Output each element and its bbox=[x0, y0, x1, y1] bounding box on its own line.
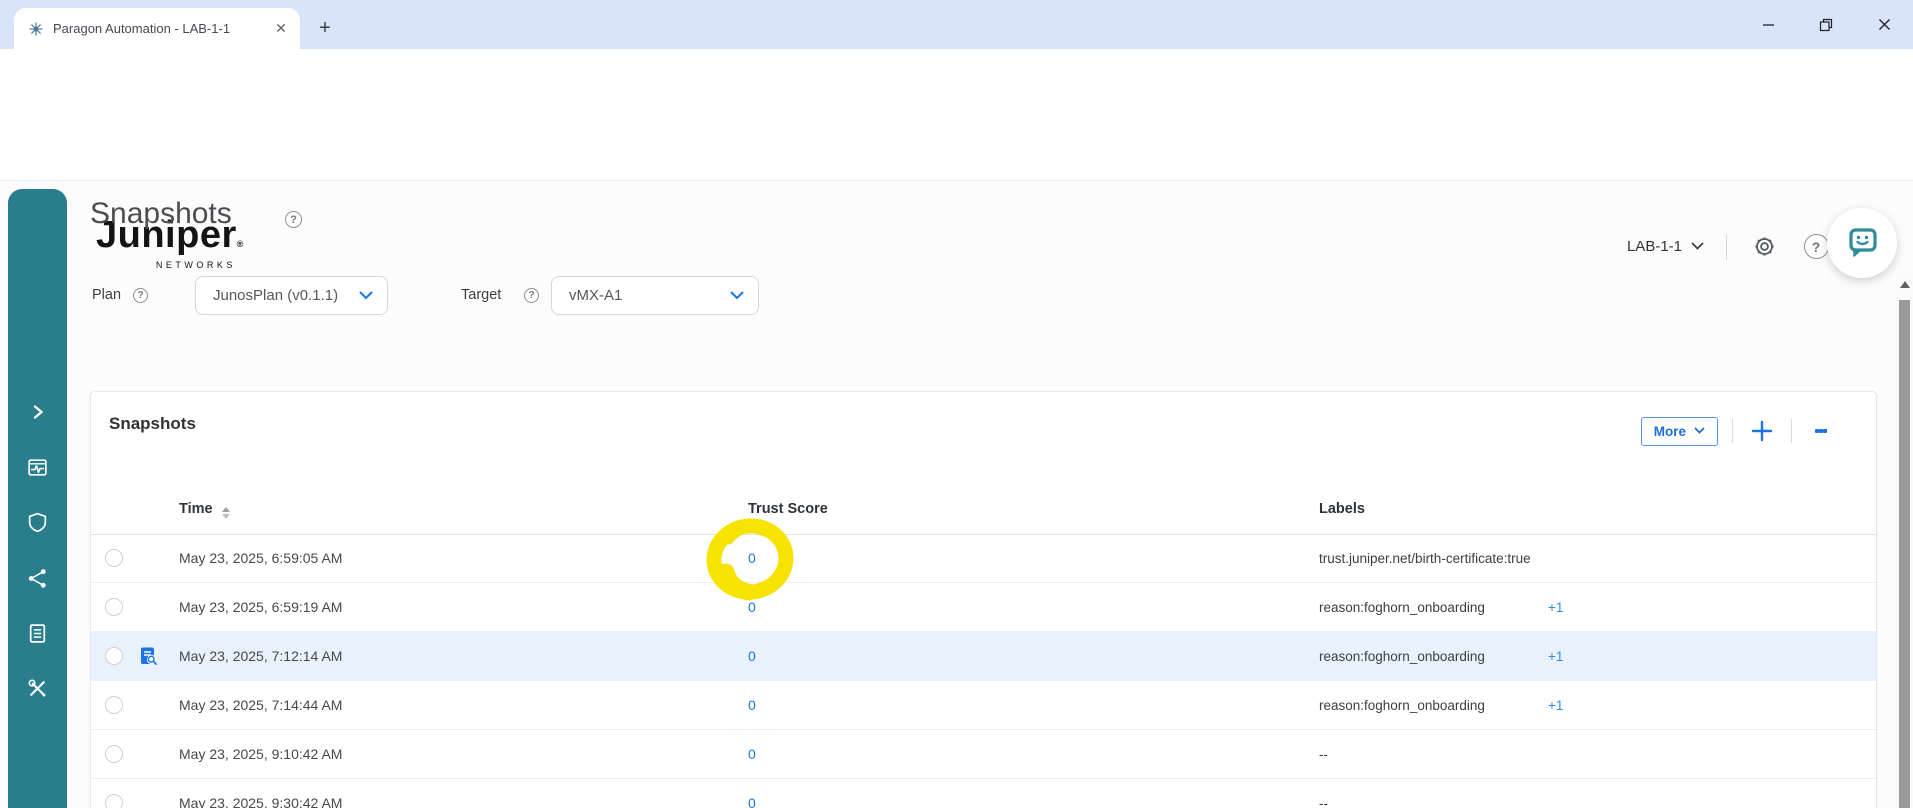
row-label: reason:foghorn_onboarding bbox=[1319, 698, 1485, 713]
left-nav-sidebar bbox=[8, 189, 67, 808]
site-selector[interactable]: LAB-1-1 bbox=[1627, 238, 1704, 255]
new-tab-button[interactable]: + bbox=[312, 15, 338, 41]
sort-icon[interactable] bbox=[221, 507, 230, 519]
chevron-down-icon bbox=[730, 291, 744, 300]
row-time: May 23, 2025, 9:10:42 AM bbox=[179, 746, 343, 762]
app-header: Juniper® NETWORKS LAB-1-1 ? bbox=[0, 104, 1913, 270]
row-radio[interactable] bbox=[105, 794, 123, 808]
row-label: -- bbox=[1319, 747, 1328, 762]
target-select[interactable]: vMX-A1 bbox=[551, 276, 759, 315]
table-row[interactable]: May 23, 2025, 6:59:19 AM 0 reason:foghor… bbox=[91, 583, 1876, 632]
row-label: trust.juniper.net/birth-certificate:true bbox=[1319, 551, 1531, 566]
column-header-time[interactable]: Time bbox=[179, 501, 230, 519]
table-row[interactable]: May 23, 2025, 6:59:05 AM 0 trust.juniper… bbox=[91, 534, 1876, 583]
tab-close-icon[interactable]: ✕ bbox=[272, 20, 290, 38]
trust-score-link[interactable]: 0 bbox=[748, 599, 756, 615]
trust-score-link[interactable]: 0 bbox=[748, 746, 756, 762]
actions-divider bbox=[1732, 419, 1733, 443]
tab-title: Paragon Automation - LAB-1-1 bbox=[53, 21, 231, 36]
plan-select[interactable]: JunosPlan (v0.1.1) bbox=[195, 276, 388, 315]
trust-score-link[interactable]: 0 bbox=[748, 648, 756, 664]
settings-gear-icon[interactable] bbox=[1749, 232, 1779, 262]
column-header-labels: Labels bbox=[1319, 501, 1365, 517]
more-button[interactable]: More bbox=[1640, 416, 1718, 446]
scrollbar-thumb[interactable] bbox=[1899, 300, 1910, 808]
column-header-trust-score: Trust Score bbox=[748, 501, 828, 517]
actions-divider bbox=[1791, 419, 1792, 443]
sidebar-dashboard-icon[interactable] bbox=[8, 450, 67, 484]
page-title-help-icon[interactable]: ? bbox=[285, 211, 302, 228]
sidebar-topology-share-icon[interactable] bbox=[8, 561, 67, 595]
add-snapshot-button[interactable] bbox=[1747, 416, 1777, 446]
card-menu-kebab-icon[interactable] bbox=[1806, 416, 1836, 446]
row-time: May 23, 2025, 6:59:19 AM bbox=[179, 599, 343, 615]
more-labels-link[interactable]: +1 bbox=[1548, 600, 1563, 615]
trust-score-link[interactable]: 0 bbox=[748, 550, 756, 566]
more-button-label: More bbox=[1653, 423, 1686, 439]
sidebar-expand-chevron-icon[interactable] bbox=[8, 395, 67, 429]
target-select-value: vMX-A1 bbox=[569, 287, 623, 304]
plan-help-icon[interactable]: ? bbox=[133, 288, 148, 303]
screen: Paragon Automation - LAB-1-1 ✕ + ← → bbox=[0, 0, 1913, 808]
row-radio[interactable] bbox=[105, 745, 123, 763]
sidebar-reports-icon[interactable] bbox=[8, 616, 67, 650]
window-restore-button[interactable] bbox=[1797, 0, 1855, 49]
trust-score-link[interactable]: 0 bbox=[748, 697, 756, 713]
table-row[interactable]: May 23, 2025, 7:14:44 AM 0 reason:foghor… bbox=[91, 681, 1876, 730]
target-filter-label: Target bbox=[461, 287, 502, 303]
table-body: May 23, 2025, 6:59:05 AM 0 trust.juniper… bbox=[91, 534, 1876, 808]
table-row[interactable]: May 23, 2025, 9:30:42 AM 0 -- bbox=[91, 779, 1876, 808]
vertical-scrollbar[interactable] bbox=[1896, 272, 1913, 808]
row-label: -- bbox=[1319, 796, 1328, 808]
row-time: May 23, 2025, 6:59:05 AM bbox=[179, 550, 343, 566]
row-label: reason:foghorn_onboarding bbox=[1319, 600, 1485, 615]
more-labels-link[interactable]: +1 bbox=[1548, 649, 1563, 664]
window-close-button[interactable] bbox=[1855, 0, 1913, 49]
page-title: Snapshots bbox=[90, 197, 232, 230]
row-time: May 23, 2025, 7:14:44 AM bbox=[179, 697, 343, 713]
chevron-down-icon bbox=[359, 291, 373, 300]
row-label: reason:foghorn_onboarding bbox=[1319, 649, 1485, 664]
table-row[interactable]: May 23, 2025, 9:10:42 AM 0 -- bbox=[91, 730, 1876, 779]
scrollbar-up-arrow[interactable] bbox=[1899, 281, 1910, 288]
target-help-icon[interactable]: ? bbox=[524, 288, 539, 303]
more-labels-link[interactable]: +1 bbox=[1548, 698, 1563, 713]
chevron-down-icon bbox=[1694, 427, 1705, 434]
header-divider bbox=[1726, 233, 1727, 260]
browser-toolbar: ← → Not secure https://100.123.42.100/tr… bbox=[0, 49, 1913, 143]
row-time: May 23, 2025, 7:12:14 AM bbox=[179, 648, 343, 664]
row-radio[interactable] bbox=[105, 647, 123, 665]
row-radio[interactable] bbox=[105, 696, 123, 714]
row-radio[interactable] bbox=[105, 549, 123, 567]
window-minimize-button[interactable] bbox=[1739, 0, 1797, 49]
table-header: Time Trust Score Labels bbox=[91, 492, 1876, 534]
sidebar-tools-icon[interactable] bbox=[8, 671, 67, 705]
table-row-selected[interactable]: May 23, 2025, 7:12:14 AM 0 reason:foghor… bbox=[91, 632, 1876, 681]
sidebar-trust-shield-icon[interactable] bbox=[8, 505, 67, 539]
snapshots-card: Snapshots More Time Trust Score Labels M… bbox=[90, 391, 1877, 808]
chevron-down-icon bbox=[1691, 242, 1704, 250]
feedback-button[interactable] bbox=[1827, 208, 1897, 278]
snapshots-card-title: Snapshots bbox=[109, 414, 196, 433]
row-radio[interactable] bbox=[105, 598, 123, 616]
site-selector-label: LAB-1-1 bbox=[1626, 238, 1682, 255]
row-time: May 23, 2025, 9:30:42 AM bbox=[179, 795, 343, 808]
trust-score-link[interactable]: 0 bbox=[748, 795, 756, 808]
registered-mark: ® bbox=[236, 239, 244, 249]
tab-favicon-icon bbox=[29, 21, 43, 36]
snapshot-report-icon[interactable] bbox=[138, 646, 159, 667]
browser-tab[interactable]: Paragon Automation - LAB-1-1 ✕ bbox=[14, 8, 300, 49]
browser-tabstrip: Paragon Automation - LAB-1-1 ✕ + bbox=[0, 0, 1913, 49]
plan-select-value: JunosPlan (v0.1.1) bbox=[213, 287, 339, 304]
feedback-smiley-bubble-icon bbox=[1849, 228, 1877, 257]
plan-filter-label: Plan bbox=[92, 287, 122, 303]
